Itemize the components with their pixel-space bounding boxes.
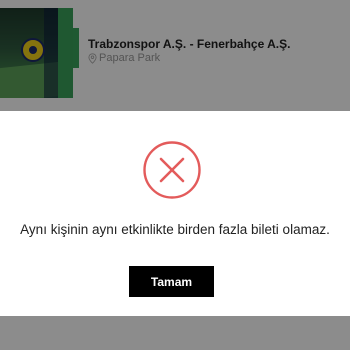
- ok-button[interactable]: Tamam: [129, 266, 214, 297]
- error-message: Aynı kişinin aynı etkinlikte birden fazl…: [20, 222, 330, 237]
- error-x-circle-icon: [143, 141, 201, 199]
